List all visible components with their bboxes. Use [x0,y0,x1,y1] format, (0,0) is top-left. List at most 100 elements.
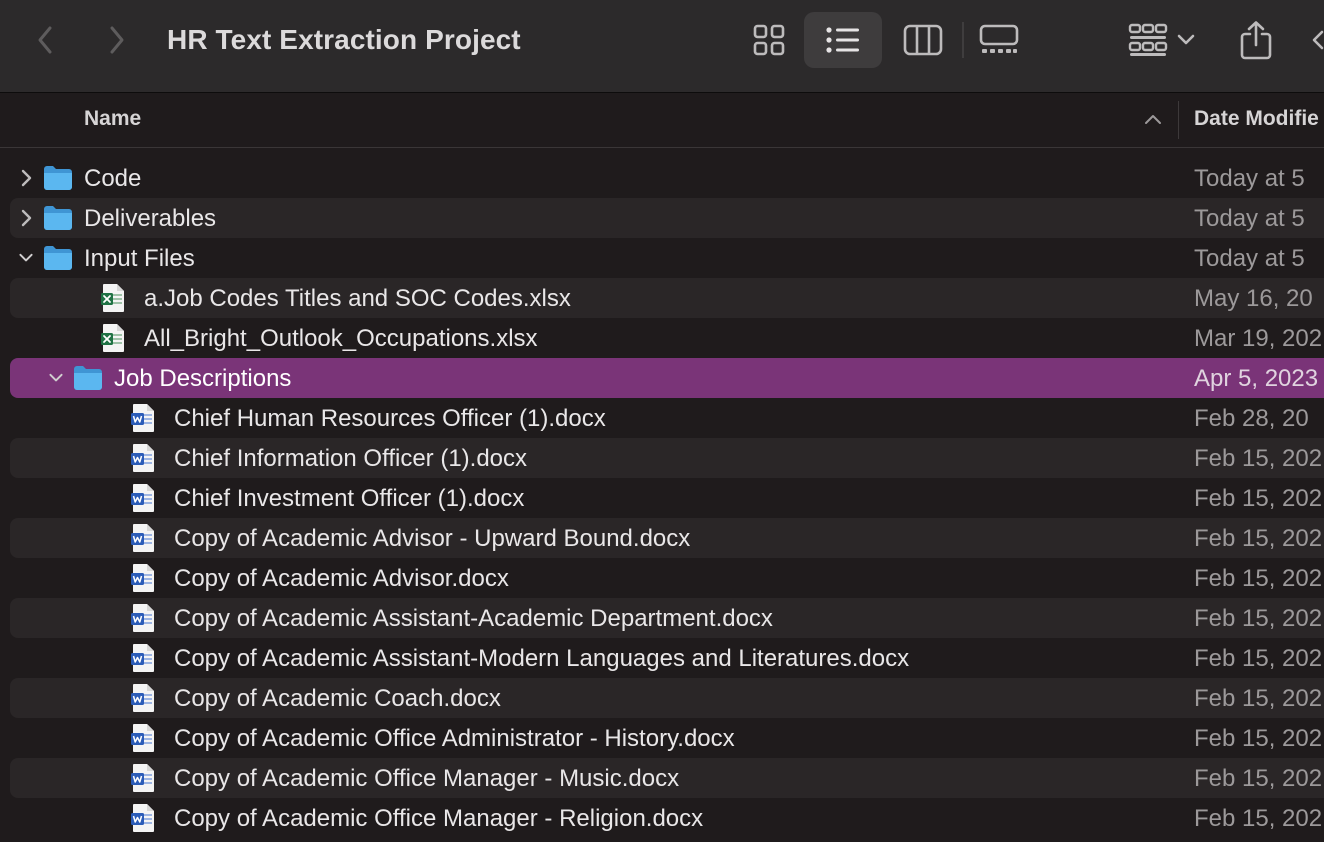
list-item[interactable]: Chief Information Officer (1).docx Feb 15… [10,438,1324,478]
chevron-right-icon [110,26,124,54]
window-title: HR Text Extraction Project [167,24,521,55]
folder-icon [72,364,104,397]
list-item[interactable]: Input Files Today at 5 [10,238,1324,278]
file-name: Copy of Academic Advisor - Upward Bound.… [174,525,691,552]
list-item[interactable]: Copy of Academic Assistant-Academic Depa… [10,598,1324,638]
more-toolbar-button[interactable] [1306,12,1324,68]
list-item[interactable]: a.Job Codes Titles and SOC Codes.xlsx May… [10,278,1324,318]
column-header: Name Date Modifie [0,93,1324,148]
list-item[interactable]: Copy of Academic Coach.docx Feb 15, 202 [10,678,1324,718]
window-toolbar: HR Text Extraction Project [0,0,1324,93]
folder-icon [42,204,74,237]
column-view-icon [903,24,943,56]
word-file-icon [130,643,156,678]
column-view-button[interactable] [895,12,951,68]
file-name: Deliverables [84,205,217,232]
date-modified: Feb 28, 20 [1194,405,1309,432]
group-by-button[interactable] [1122,12,1202,68]
date-modified: May 16, 20 [1194,285,1313,312]
date-modified: Feb 15, 202 [1194,685,1323,712]
date-modified: Today at 5 [1194,205,1305,232]
date-modified: Feb 15, 202 [1194,605,1323,632]
chevron-right-icon [21,209,32,227]
disclosure-expanded-toggle[interactable] [18,247,34,269]
date-modified: Feb 15, 202 [1194,645,1323,672]
chevron-down-icon [19,253,33,262]
chevron-down-icon [1177,34,1195,45]
chevron-right-icon [21,169,32,187]
disclosure-expanded-toggle[interactable] [48,367,64,389]
toolbar-separator [962,22,964,58]
excel-file-icon [100,323,126,358]
word-file-icon [130,563,156,598]
forward-button[interactable] [100,22,134,58]
file-name: Chief Information Officer (1).docx [174,445,528,472]
file-name: Copy of Academic Assistant-Academic Depa… [174,605,773,632]
date-modified: Feb 15, 202 [1194,725,1323,752]
word-file-icon [130,483,156,518]
date-modified: Feb 15, 202 [1194,445,1323,472]
chevron-up-icon [1145,115,1161,124]
date-modified: Feb 15, 202 [1194,525,1323,552]
word-file-icon [130,403,156,438]
column-divider[interactable] [1178,101,1179,139]
list-item[interactable]: Job Descriptions Apr 5, 2023 [10,358,1324,398]
gallery-view-button[interactable] [972,12,1026,68]
file-name: Copy of Academic Advisor.docx [174,565,509,592]
word-file-icon [130,683,156,718]
date-modified-column-header[interactable]: Date Modifie [1194,107,1319,131]
share-button[interactable] [1232,12,1280,68]
file-name: a.Job Codes Titles and SOC Codes.xlsx [144,285,571,312]
file-name: Input Files [84,245,195,272]
disclosure-collapsed-toggle[interactable] [18,207,34,229]
word-file-icon [130,523,156,558]
file-name: Copy of Academic Coach.docx [174,685,501,712]
back-button[interactable] [28,22,62,58]
file-name: Chief Investment Officer (1).docx [174,485,525,512]
word-file-icon [130,603,156,638]
date-modified: Feb 15, 202 [1194,485,1323,512]
gallery-view-icon [979,24,1019,53]
group-by-icon [1128,23,1168,56]
excel-file-icon [100,283,126,318]
list-item[interactable]: Deliverables Today at 5 [10,198,1324,238]
list-item[interactable]: Copy of Academic Assistant-Modern Langua… [10,638,1324,678]
icon-view-button[interactable] [742,12,796,68]
share-icon [1240,21,1272,60]
word-file-icon [130,763,156,798]
chevron-left-icon [38,26,52,54]
date-modified: Mar 19, 202 [1194,325,1323,352]
list-item[interactable]: Code Today at 5 [10,158,1324,198]
list-item[interactable]: Copy of Academic Office Manager - Religi… [10,798,1324,838]
file-name: Copy of Academic Assistant-Modern Langua… [174,645,910,672]
file-name: Chief Human Resources Officer (1).docx [174,405,606,432]
sort-ascending-indicator[interactable] [1143,112,1163,131]
date-modified: Feb 15, 202 [1194,565,1323,592]
list-item[interactable]: Chief Human Resources Officer (1).docx Fe… [10,398,1324,438]
list-item[interactable]: Copy of Academic Advisor.docx Feb 15, 202 [10,558,1324,598]
word-file-icon [130,443,156,478]
list-item[interactable]: Chief Investment Officer (1).docx Feb 15,… [10,478,1324,518]
date-modified: Feb 15, 202 [1194,765,1323,792]
list-item[interactable]: Copy of Academic Office Administrator - … [10,718,1324,758]
list-item[interactable]: All_Bright_Outlook_Occupations.xlsx Mar 1… [10,318,1324,358]
file-name: Copy of Academic Office Manager - Music.… [174,765,680,792]
file-name: Copy of Academic Office Administrator - … [174,725,735,752]
chevron-left-icon [1312,30,1324,50]
name-column-header[interactable]: Name [84,107,141,131]
file-name: Job Descriptions [114,365,292,392]
chevron-down-icon [49,373,63,382]
list-item[interactable]: Copy of Academic Office Manager - Music.… [10,758,1324,798]
folder-icon [42,164,74,197]
list-view-button[interactable] [804,12,882,68]
list-view-icon [826,27,859,53]
date-modified: Feb 15, 202 [1194,805,1323,832]
disclosure-collapsed-toggle[interactable] [18,167,34,189]
word-file-icon [130,803,156,838]
icon-view-icon [753,24,785,56]
date-modified: Today at 5 [1194,165,1305,192]
list-item[interactable]: Copy of Academic Advisor - Upward Bound.… [10,518,1324,558]
word-file-icon [130,723,156,758]
date-modified: Today at 5 [1194,245,1305,272]
file-name: Code [84,165,142,192]
